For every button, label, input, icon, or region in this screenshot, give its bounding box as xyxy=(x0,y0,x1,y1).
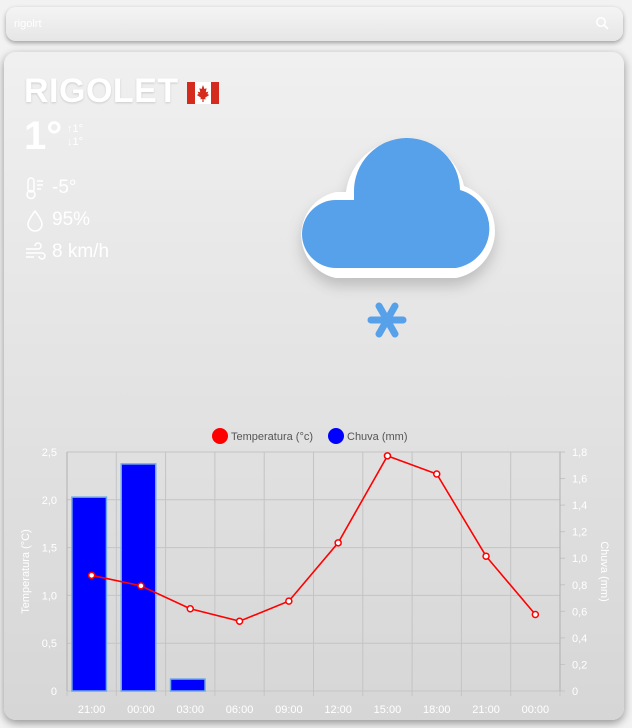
min-temperature: ↓1° xyxy=(67,136,84,148)
canada-flag-icon xyxy=(186,81,219,104)
y-tick-label: 1,5 xyxy=(42,543,57,555)
y-tick-label: 1,0 xyxy=(42,590,57,602)
x-tick-label: 15:00 xyxy=(374,704,402,716)
rain-bar xyxy=(71,496,108,692)
y2-tick-label: 1,0 xyxy=(572,553,587,565)
y2-tick-label: 1,2 xyxy=(572,527,587,539)
water-drop-icon xyxy=(27,209,43,232)
temperature-point xyxy=(186,605,194,613)
search-icon[interactable] xyxy=(595,16,609,30)
legend-temperature-swatch xyxy=(212,428,228,444)
y2-tick-label: 0,2 xyxy=(572,659,587,671)
humidity-value: 95% xyxy=(52,209,91,230)
x-tick-label: 00:00 xyxy=(522,704,550,716)
rain-bar xyxy=(169,678,206,692)
rain-bar xyxy=(120,463,157,692)
y2-tick-label: 0 xyxy=(572,686,578,698)
temperature-point xyxy=(137,582,145,590)
x-tick-label: 12:00 xyxy=(324,704,352,716)
feels-like-row: -5° xyxy=(24,176,77,200)
y-tick-label: 2,5 xyxy=(42,447,57,459)
temperature-point xyxy=(285,597,293,605)
x-tick-label: 18:00 xyxy=(423,704,451,716)
y-tick-label: 0,5 xyxy=(42,638,57,650)
wind-value: 8 km/h xyxy=(52,241,110,262)
y-tick-label: 0 xyxy=(51,686,57,698)
x-tick-label: 03:00 xyxy=(176,704,204,716)
snow-cloud-icon xyxy=(301,137,495,338)
temperature-point xyxy=(482,552,490,560)
humidity-row: 95% xyxy=(24,208,90,232)
y-axis-title: Temperatura (°C) xyxy=(20,529,32,613)
search-input[interactable] xyxy=(14,13,574,35)
temperature-point xyxy=(235,617,244,625)
search-bar xyxy=(6,7,623,41)
y2-tick-label: 0,6 xyxy=(572,606,587,618)
temperature-point xyxy=(433,470,441,478)
x-tick-label: 21:00 xyxy=(472,704,500,716)
location-heading: RIGOLET xyxy=(24,72,219,111)
weather-card: RIGOLET 1° ↑1° ↓1° -5° 95% 8 km/h 0 0,5 … xyxy=(4,52,624,720)
max-temperature: ↑1° xyxy=(67,123,84,135)
thermometer-icon xyxy=(26,177,43,200)
snowflake-icon xyxy=(367,302,407,338)
y2-axis-title: Chuva (mm) xyxy=(598,541,610,602)
temperature-point xyxy=(87,571,96,580)
y2-tick-label: 0,4 xyxy=(572,633,587,645)
wind-row: 8 km/h xyxy=(24,240,109,264)
x-tick-label: 06:00 xyxy=(226,704,254,716)
x-tick-label: 00:00 xyxy=(127,704,155,716)
temperature-point xyxy=(334,539,342,547)
legend-rain-swatch xyxy=(328,428,344,444)
forecast-chart: 0 0,5 1,0 1,5 2,0 2,5 0 0,2 0,4 0,6 0,8 1,0 1,2 1,4 1,… xyxy=(20,428,610,716)
x-tick-label: 21:00 xyxy=(78,704,106,716)
temperature-range: ↑1° ↓1° xyxy=(67,123,83,149)
city-name: RIGOLET xyxy=(24,72,179,110)
y-tick-label: 2,0 xyxy=(42,495,57,507)
legend-temperature-label: Temperatura (°c) xyxy=(231,431,313,443)
y2-tick-label: 1,6 xyxy=(572,474,587,486)
x-tick-label: 09:00 xyxy=(275,704,303,716)
y2-tick-label: 0,8 xyxy=(572,580,587,592)
y2-tick-label: 1,4 xyxy=(572,500,587,512)
current-temperature: 1° xyxy=(24,114,63,158)
temperature-point xyxy=(383,452,392,460)
legend-rain-label: Chuva (mm) xyxy=(347,431,408,443)
feels-like-value: -5° xyxy=(52,177,77,198)
wind-icon xyxy=(26,242,46,260)
temperature-point xyxy=(531,610,540,619)
y2-tick-label: 1,8 xyxy=(572,447,587,459)
